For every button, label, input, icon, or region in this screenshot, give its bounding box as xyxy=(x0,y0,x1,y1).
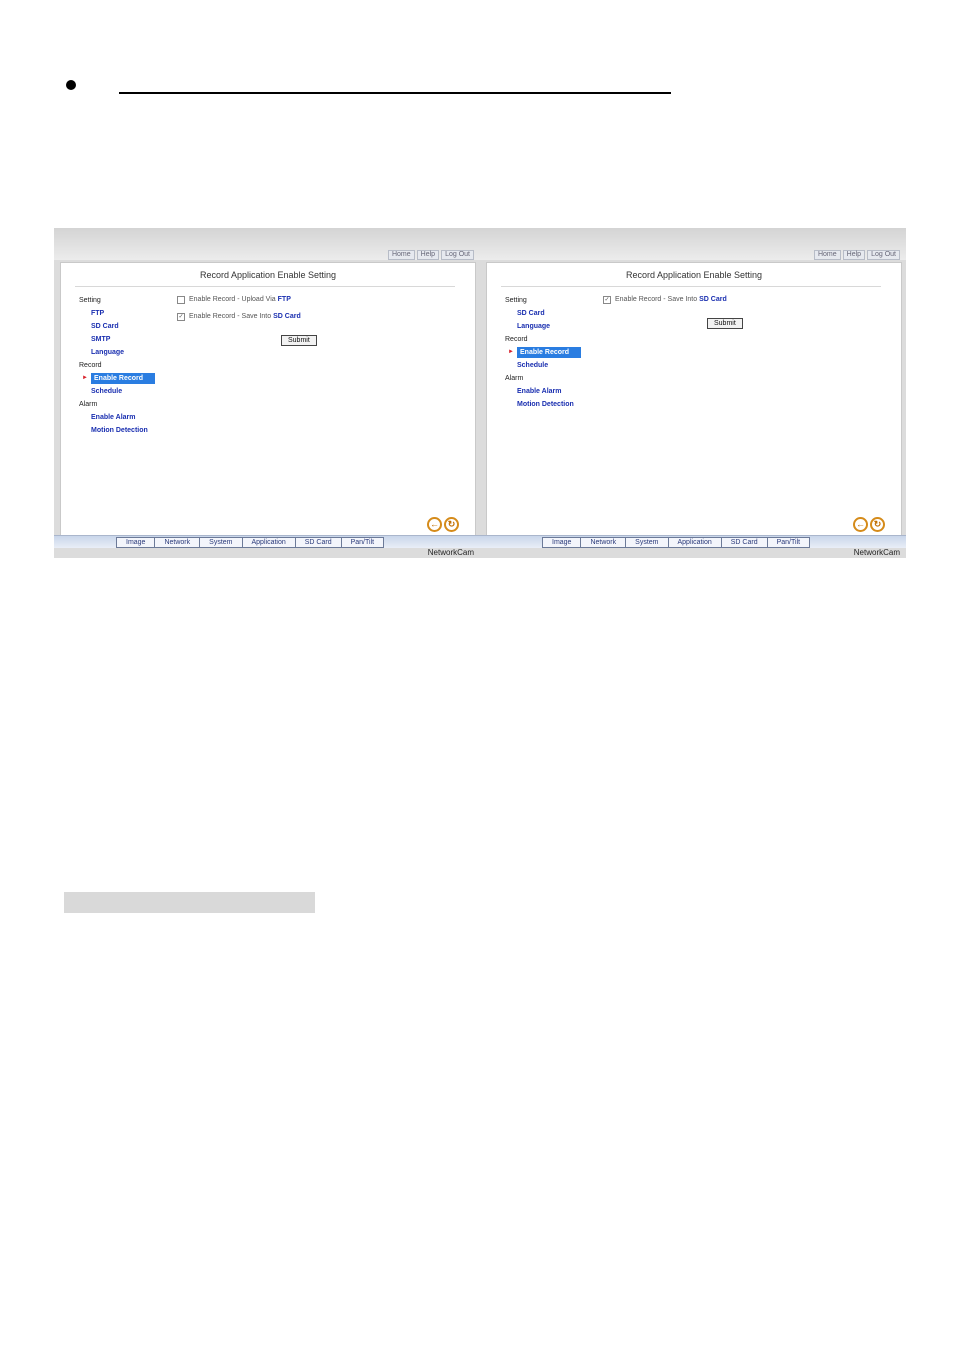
settings-panel: Record Application Enable Setting Settin… xyxy=(486,262,902,536)
menu-item-schedule[interactable]: Schedule xyxy=(79,385,179,398)
option-link-sd-card[interactable]: SD Card xyxy=(273,312,301,322)
record-options: ✓ Enable Record - Save Into SD Card xyxy=(603,295,727,312)
submit-button[interactable]: Submit xyxy=(707,318,743,329)
menu-item-label: Enable Record xyxy=(91,373,156,384)
tab-image[interactable]: Image xyxy=(542,537,581,548)
menu-item-sd-card[interactable]: SD Card xyxy=(79,320,179,333)
nav-icons: ← ↻ xyxy=(427,517,459,532)
menu-item-smtp[interactable]: SMTP xyxy=(79,333,179,346)
highlight-bar xyxy=(64,892,315,913)
menu-item-sd-card[interactable]: SD Card xyxy=(505,307,605,320)
menu-group-setting: Setting xyxy=(505,297,527,304)
checkbox-upload-ftp[interactable] xyxy=(177,296,185,304)
sidebar-menu: Setting SD Card Language Record ► Enable… xyxy=(505,294,605,411)
refresh-icon[interactable]: ↻ xyxy=(444,517,459,532)
menu-group-setting: Setting xyxy=(79,297,101,304)
nav-icons: ← ↻ xyxy=(853,517,885,532)
option-link-sd-card[interactable]: SD Card xyxy=(699,295,727,305)
heading-underline xyxy=(119,92,671,94)
bottom-tab-bar: Image Network System Application SD Card… xyxy=(54,535,480,548)
tab-system[interactable]: System xyxy=(625,537,668,548)
settings-panel: Record Application Enable Setting Settin… xyxy=(60,262,476,536)
home-link[interactable]: Home xyxy=(387,250,415,260)
tab-sd-card[interactable]: SD Card xyxy=(720,537,767,548)
menu-group-alarm: Alarm xyxy=(505,375,524,382)
back-arrow-icon[interactable]: ← xyxy=(853,517,868,532)
tab-application[interactable]: Application xyxy=(241,537,295,548)
screenshot-right: Home Help Log Out Record Application Ena… xyxy=(480,228,906,558)
menu-item-ftp[interactable]: FTP xyxy=(79,307,179,320)
menu-item-enable-record[interactable]: ► Enable Record xyxy=(79,372,179,385)
tab-list: Image Network System Application SD Card… xyxy=(542,537,811,548)
refresh-icon[interactable]: ↻ xyxy=(870,517,885,532)
menu-group-alarm: Alarm xyxy=(79,401,98,408)
selected-arrow-icon: ► xyxy=(82,375,88,381)
home-link[interactable]: Home xyxy=(813,250,841,260)
title-divider xyxy=(75,286,455,287)
tab-image[interactable]: Image xyxy=(116,537,155,548)
menu-item-language[interactable]: Language xyxy=(79,346,179,359)
page-title: Record Application Enable Setting xyxy=(625,270,763,280)
title-divider xyxy=(501,286,881,287)
top-links: Home Help Log Out xyxy=(387,250,474,260)
sidebar-menu: Setting FTP SD Card SMTP Language Record… xyxy=(79,294,179,437)
tab-list: Image Network System Application SD Card… xyxy=(116,537,385,548)
option-upload-ftp: Enable Record - Upload Via FTP xyxy=(177,295,301,312)
page-title: Record Application Enable Setting xyxy=(199,270,337,280)
tab-pan-tilt[interactable]: Pan/Tilt xyxy=(340,537,385,548)
option-text: Enable Record - Upload Via xyxy=(189,296,276,303)
tab-sd-card[interactable]: SD Card xyxy=(294,537,341,548)
menu-item-enable-alarm[interactable]: Enable Alarm xyxy=(79,411,179,424)
menu-item-label: Enable Record xyxy=(517,347,582,358)
logout-link[interactable]: Log Out xyxy=(441,250,474,260)
tab-network[interactable]: Network xyxy=(580,537,626,548)
checkbox-save-sd[interactable]: ✓ xyxy=(603,296,611,304)
menu-group-record: Record xyxy=(505,336,528,343)
menu-item-schedule[interactable]: Schedule xyxy=(505,359,605,372)
submit-button[interactable]: Submit xyxy=(281,335,317,346)
tab-network[interactable]: Network xyxy=(154,537,200,548)
checkbox-save-sd[interactable]: ✓ xyxy=(177,313,185,321)
bullet-point xyxy=(66,80,76,90)
brand-label: NetworkCam xyxy=(853,548,900,557)
option-save-sd: ✓ Enable Record - Save Into SD Card xyxy=(603,295,727,312)
help-link[interactable]: Help xyxy=(842,250,866,260)
menu-item-enable-record[interactable]: ► Enable Record xyxy=(505,346,605,359)
menu-group-record: Record xyxy=(79,362,102,369)
record-options: Enable Record - Upload Via FTP ✓ Enable … xyxy=(177,295,301,329)
tab-application[interactable]: Application xyxy=(667,537,721,548)
screenshot-left: Home Help Log Out Record Application Ena… xyxy=(54,228,480,558)
bottom-tab-bar: Image Network System Application SD Card… xyxy=(480,535,906,548)
back-arrow-icon[interactable]: ← xyxy=(427,517,442,532)
menu-item-motion-detection[interactable]: Motion Detection xyxy=(505,398,605,411)
option-save-sd: ✓ Enable Record - Save Into SD Card xyxy=(177,312,301,329)
option-text: Enable Record - Save Into xyxy=(189,313,272,320)
menu-item-language[interactable]: Language xyxy=(505,320,605,333)
option-link-ftp[interactable]: FTP xyxy=(278,295,291,305)
tab-pan-tilt[interactable]: Pan/Tilt xyxy=(766,537,811,548)
option-text: Enable Record - Save Into xyxy=(615,296,698,303)
top-links: Home Help Log Out xyxy=(813,250,900,260)
brand-label: NetworkCam xyxy=(427,548,474,557)
menu-item-enable-alarm[interactable]: Enable Alarm xyxy=(505,385,605,398)
help-link[interactable]: Help xyxy=(416,250,440,260)
menu-item-motion-detection[interactable]: Motion Detection xyxy=(79,424,179,437)
tab-system[interactable]: System xyxy=(199,537,242,548)
logout-link[interactable]: Log Out xyxy=(867,250,900,260)
selected-arrow-icon: ► xyxy=(508,349,514,355)
